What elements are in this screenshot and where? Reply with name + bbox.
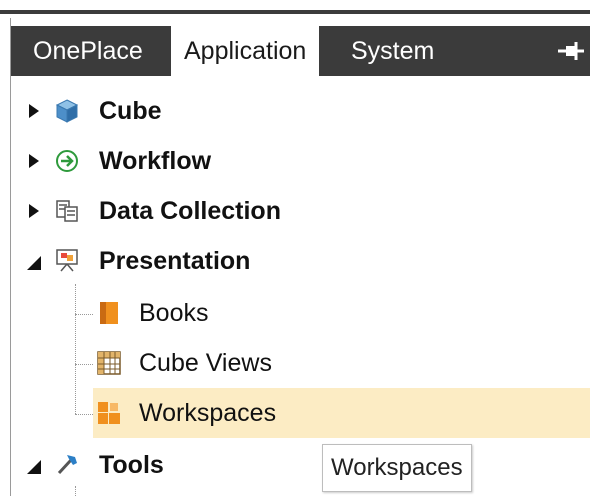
expanded-arrow-icon[interactable] (27, 256, 41, 270)
tree-item-workspaces[interactable]: Workspaces (11, 388, 590, 438)
tree-item-tools[interactable]: Tools (11, 440, 590, 490)
collapsed-arrow-icon[interactable] (27, 104, 41, 118)
hammer-icon (57, 455, 77, 475)
tree-item-label: Workspaces (139, 399, 277, 427)
tree-item-data-collection[interactable]: Data Collection (11, 186, 590, 236)
panel-left-border (0, 18, 11, 496)
tab-application[interactable]: Application (171, 26, 320, 76)
navigation-tree: Cube Workflow Data Collection Presentati… (11, 86, 590, 496)
book-icon (100, 302, 118, 324)
tab-oneplace[interactable]: OnePlace (23, 26, 153, 76)
collapsed-arrow-icon[interactable] (27, 204, 41, 218)
tree-item-label: Data Collection (99, 197, 281, 225)
expanded-arrow-icon[interactable] (27, 460, 41, 474)
top-divider (0, 10, 590, 14)
workspaces-icon (98, 402, 120, 424)
tree-item-label: Books (139, 299, 209, 327)
data-collection-icon (56, 200, 78, 222)
tab-bar: OnePlace Application System (11, 26, 590, 76)
tree-item-cube-views[interactable]: Cube Views (11, 338, 590, 388)
tree-item-label: Workflow (99, 147, 212, 175)
tooltip: Workspaces (322, 444, 472, 492)
presentation-icon (56, 249, 78, 272)
navigation-panel: OnePlace Application System Cube Workflo… (0, 0, 590, 496)
pin-icon[interactable] (556, 38, 584, 64)
tree-item-presentation[interactable]: Presentation (11, 236, 590, 286)
grid-icon (97, 351, 121, 375)
collapsed-arrow-icon[interactable] (27, 154, 41, 168)
tree-item-cube[interactable]: Cube (11, 86, 590, 136)
tree-item-books[interactable]: Books (11, 288, 590, 338)
tab-system[interactable]: System (341, 26, 444, 76)
tree-item-workflow[interactable]: Workflow (11, 136, 590, 186)
tree-item-label: Cube Views (139, 349, 272, 377)
tree-item-label: Presentation (99, 247, 251, 275)
tree-item-label: Tools (99, 451, 164, 479)
tree-item-label: Cube (99, 97, 162, 125)
workflow-icon (56, 150, 78, 172)
cube-icon (55, 99, 79, 123)
